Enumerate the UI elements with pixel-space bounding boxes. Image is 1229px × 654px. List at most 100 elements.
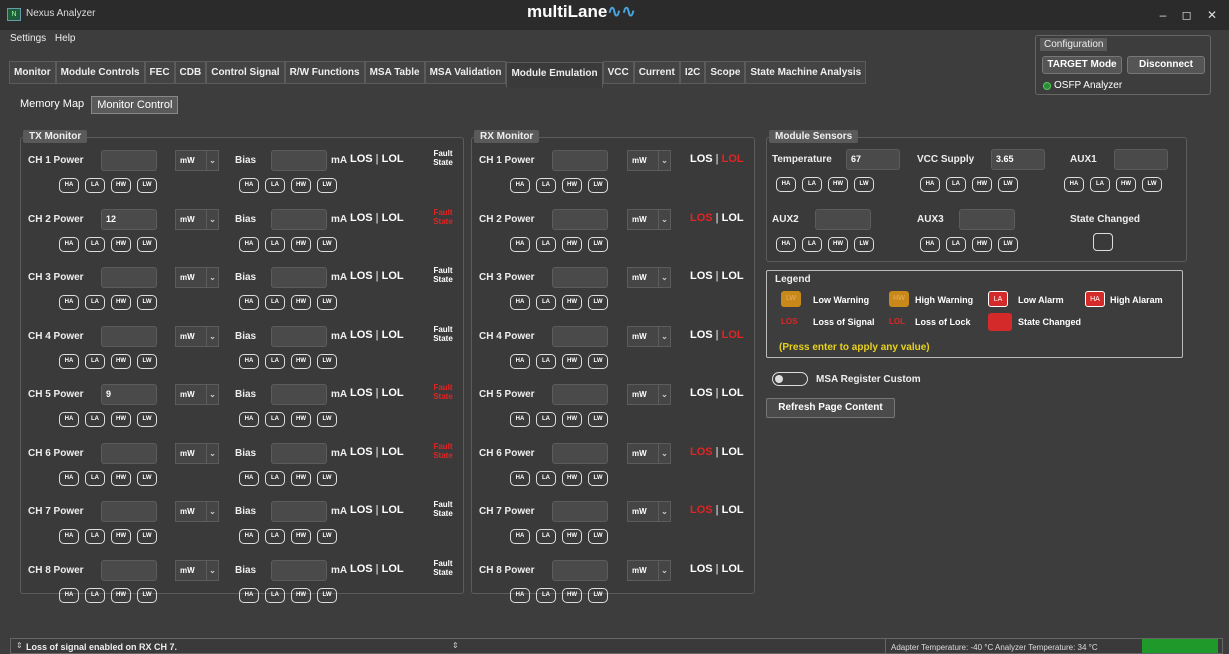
tab-msa-table[interactable]: MSA Table: [364, 61, 425, 84]
tx-ch1-bias-field[interactable]: [271, 150, 327, 171]
rx-ch6-power-ha-chip[interactable]: HA: [510, 470, 530, 486]
tx-ch3-bias-la-chip[interactable]: LA: [265, 295, 285, 310]
tx-ch8-power-hw-chip[interactable]: HW: [111, 587, 131, 603]
tx-ch8-bias-la-chip[interactable]: LA: [265, 587, 285, 603]
rx-ch3-power-lw-chip[interactable]: LW: [588, 295, 608, 310]
tx-ch4-unit-select[interactable]: mW ⌄: [175, 325, 219, 347]
aux2-la-chip[interactable]: LA: [802, 237, 822, 252]
rx-ch1-power-la-chip[interactable]: LA: [536, 178, 556, 193]
tx-ch4-power-lw-chip[interactable]: LW: [137, 353, 157, 369]
rx-ch6-power-la-chip[interactable]: LA: [536, 470, 556, 486]
tx-ch8-power-lw-chip[interactable]: LW: [137, 587, 157, 603]
rx-ch1-power-ha-chip[interactable]: HA: [510, 178, 530, 193]
tx-ch6-power-lw-chip[interactable]: LW: [137, 470, 157, 486]
tx-ch4-power-field[interactable]: [101, 325, 157, 347]
tab-i2c[interactable]: I2C: [679, 61, 706, 84]
rx-ch2-power-lw-chip[interactable]: LW: [588, 236, 608, 252]
tx-ch6-power-la-chip[interactable]: LA: [85, 470, 105, 486]
tab-module-controls[interactable]: Module Controls: [55, 61, 145, 84]
aux3-la-chip[interactable]: LA: [946, 237, 966, 252]
tx-ch5-unit-select[interactable]: mW ⌄: [175, 384, 219, 405]
rx-ch3-power-field[interactable]: [552, 267, 608, 288]
status-scroll-icon-2[interactable]: ⇕: [452, 641, 459, 650]
vcc-supply-field[interactable]: 3.65: [991, 149, 1045, 170]
rx-ch7-power-la-chip[interactable]: LA: [536, 529, 556, 544]
refresh-page-button[interactable]: Refresh Page Content: [766, 398, 895, 418]
tx-ch7-power-ha-chip[interactable]: HA: [59, 529, 79, 544]
rx-ch3-power-la-chip[interactable]: LA: [536, 295, 556, 310]
tx-ch5-bias-field[interactable]: [271, 384, 327, 405]
tx-ch8-bias-ha-chip[interactable]: HA: [239, 587, 259, 603]
rx-ch8-power-lw-chip[interactable]: LW: [588, 587, 608, 603]
rx-ch4-power-la-chip[interactable]: LA: [536, 353, 556, 369]
rx-ch2-power-field[interactable]: [552, 208, 608, 230]
tx-ch3-bias-ha-chip[interactable]: HA: [239, 295, 259, 310]
tx-ch5-bias-hw-chip[interactable]: HW: [291, 412, 311, 427]
tx-ch1-power-ha-chip[interactable]: HA: [59, 178, 79, 193]
tx-ch1-bias-ha-chip[interactable]: HA: [239, 178, 259, 193]
rx-ch8-power-la-chip[interactable]: LA: [536, 587, 556, 603]
tx-ch2-power-ha-chip[interactable]: HA: [59, 236, 79, 252]
tx-ch7-power-field[interactable]: [101, 501, 157, 522]
tx-ch7-power-la-chip[interactable]: LA: [85, 529, 105, 544]
tx-ch2-power-hw-chip[interactable]: HW: [111, 236, 131, 252]
tab-current[interactable]: Current: [633, 61, 680, 84]
tx-ch3-bias-hw-chip[interactable]: HW: [291, 295, 311, 310]
temperature-ha-chip[interactable]: HA: [776, 177, 796, 192]
tx-ch4-bias-ha-chip[interactable]: HA: [239, 353, 259, 369]
tx-ch2-bias-field[interactable]: [271, 208, 327, 230]
rx-ch2-power-la-chip[interactable]: LA: [536, 236, 556, 252]
tx-ch8-bias-lw-chip[interactable]: LW: [317, 587, 337, 603]
tx-ch3-unit-select[interactable]: mW ⌄: [175, 267, 219, 288]
tx-ch1-power-field[interactable]: [101, 150, 157, 171]
tx-ch1-bias-lw-chip[interactable]: LW: [317, 178, 337, 193]
tx-ch3-power-lw-chip[interactable]: LW: [137, 295, 157, 310]
tx-ch6-bias-la-chip[interactable]: LA: [265, 470, 285, 486]
subtab-memory-map[interactable]: Memory Map: [15, 96, 89, 114]
tx-ch5-power-hw-chip[interactable]: HW: [111, 412, 131, 427]
rx-ch3-unit-select[interactable]: mW ⌄: [627, 267, 671, 288]
tx-ch6-bias-field[interactable]: [271, 442, 327, 464]
tx-ch1-bias-hw-chip[interactable]: HW: [291, 178, 311, 193]
rx-ch1-power-lw-chip[interactable]: LW: [588, 178, 608, 193]
tx-ch4-power-ha-chip[interactable]: HA: [59, 353, 79, 369]
aux1-hw-chip[interactable]: HW: [1116, 177, 1136, 192]
tx-ch2-bias-hw-chip[interactable]: HW: [291, 236, 311, 252]
disconnect-button[interactable]: Disconnect: [1127, 56, 1205, 74]
rx-ch3-power-ha-chip[interactable]: HA: [510, 295, 530, 310]
rx-ch8-power-field[interactable]: [552, 559, 608, 581]
rx-ch2-power-ha-chip[interactable]: HA: [510, 236, 530, 252]
aux2-hw-chip[interactable]: HW: [828, 237, 848, 252]
tx-ch2-power-field[interactable]: 12: [101, 208, 157, 230]
tx-ch8-bias-hw-chip[interactable]: HW: [291, 587, 311, 603]
tx-ch3-bias-lw-chip[interactable]: LW: [317, 295, 337, 310]
aux3-lw-chip[interactable]: LW: [998, 237, 1018, 252]
rx-ch7-unit-select[interactable]: mW ⌄: [627, 501, 671, 522]
tx-ch8-power-ha-chip[interactable]: HA: [59, 587, 79, 603]
tx-ch3-power-ha-chip[interactable]: HA: [59, 295, 79, 310]
temperature-lw-chip[interactable]: LW: [854, 177, 874, 192]
rx-ch2-power-hw-chip[interactable]: HW: [562, 236, 582, 252]
tx-ch3-power-field[interactable]: [101, 267, 157, 288]
tab-cdb[interactable]: CDB: [174, 61, 207, 84]
vcc-supply-la-chip[interactable]: LA: [946, 177, 966, 192]
tx-ch4-power-la-chip[interactable]: LA: [85, 353, 105, 369]
msa-register-toggle[interactable]: [772, 372, 808, 386]
menu-settings[interactable]: Settings: [10, 33, 46, 44]
tx-ch5-power-lw-chip[interactable]: LW: [137, 412, 157, 427]
rx-ch7-power-field[interactable]: [552, 501, 608, 522]
vcc-supply-lw-chip[interactable]: LW: [998, 177, 1018, 192]
tx-ch7-power-hw-chip[interactable]: HW: [111, 529, 131, 544]
tx-ch7-unit-select[interactable]: mW ⌄: [175, 501, 219, 522]
tx-ch5-power-ha-chip[interactable]: HA: [59, 412, 79, 427]
aux2-lw-chip[interactable]: LW: [854, 237, 874, 252]
tx-ch6-unit-select[interactable]: mW ⌄: [175, 442, 219, 464]
aux3-field[interactable]: [959, 209, 1015, 230]
rx-ch5-power-hw-chip[interactable]: HW: [562, 412, 582, 427]
rx-ch7-power-hw-chip[interactable]: HW: [562, 529, 582, 544]
rx-ch7-power-lw-chip[interactable]: LW: [588, 529, 608, 544]
tx-ch2-power-lw-chip[interactable]: LW: [137, 236, 157, 252]
rx-ch6-power-hw-chip[interactable]: HW: [562, 470, 582, 486]
rx-ch4-power-lw-chip[interactable]: LW: [588, 353, 608, 369]
rx-ch8-power-hw-chip[interactable]: HW: [562, 587, 582, 603]
